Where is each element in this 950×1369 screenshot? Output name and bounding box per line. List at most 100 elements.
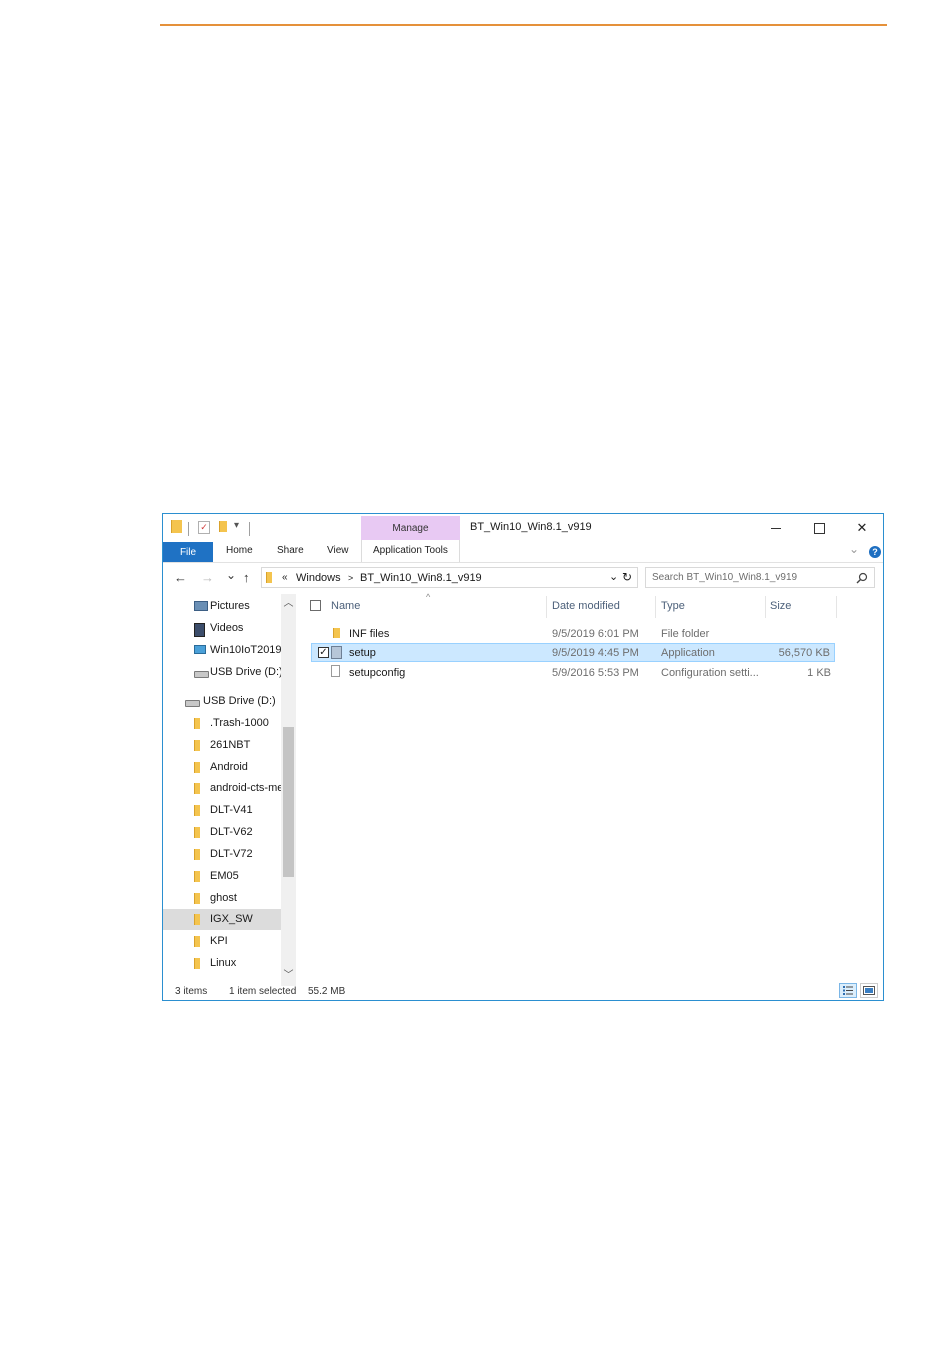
close-icon: ✕	[856, 520, 868, 535]
page-top-rule	[160, 24, 887, 26]
column-divider[interactable]	[765, 596, 766, 618]
nav-item-trash[interactable]: .Trash-1000	[163, 713, 281, 734]
status-selection-size: 55.2 MB	[308, 986, 346, 997]
search-box[interactable]: Search BT_Win10_Win8.1_v919	[645, 567, 875, 588]
nav-item-label: DLT-V62	[210, 826, 253, 838]
status-item-count: 3 items	[175, 986, 208, 997]
forward-button[interactable]: →	[201, 570, 214, 585]
status-selection: 1 item selected	[229, 986, 297, 997]
nav-item-dlt-v72[interactable]: DLT-V72	[163, 844, 281, 865]
nav-item-label: USB Drive (D:)	[210, 666, 283, 678]
file-row-setupconfig[interactable]: setupconfig 5/9/2016 5:53 PM Configurati…	[311, 663, 835, 682]
large-icons-view-button[interactable]	[860, 983, 878, 998]
nav-item-label: DLT-V41	[210, 804, 253, 816]
column-divider[interactable]	[655, 596, 656, 618]
pictures-icon	[194, 601, 208, 611]
videos-icon	[194, 623, 205, 637]
nav-item-label: Android	[210, 761, 248, 773]
file-explorer-window: ✓ ▾ Manage BT_Win10_Win8.1_v919 ✕ File H…	[162, 513, 884, 1001]
refresh-button[interactable]: ↻	[622, 570, 632, 584]
folder-icon	[266, 572, 272, 583]
breadcrumb-separator[interactable]: >	[348, 573, 353, 583]
scroll-up-arrow-icon[interactable]: ︿	[281, 594, 296, 609]
select-all-checkbox[interactable]	[310, 600, 321, 611]
path-overflow-icon[interactable]: «	[282, 572, 288, 583]
large-icons-view-icon	[863, 986, 875, 995]
file-row-inf-files[interactable]: INF files 9/5/2019 6:01 PM File folder	[311, 624, 835, 643]
new-folder-icon[interactable]	[219, 521, 227, 532]
column-header-date-modified[interactable]: Date modified	[552, 600, 620, 612]
minimize-button[interactable]	[756, 517, 796, 539]
nav-item-android[interactable]: Android	[163, 757, 281, 778]
nav-item-261nbt[interactable]: 261NBT	[163, 735, 281, 756]
folder-icon	[194, 849, 200, 860]
file-date: 9/5/2019 4:45 PM	[552, 647, 639, 659]
nav-item-pictures[interactable]: Pictures	[163, 596, 281, 617]
expand-ribbon-icon[interactable]: ⌄	[849, 542, 859, 556]
nav-item-label: android-cts-media	[210, 782, 281, 794]
search-icon[interactable]	[856, 572, 868, 584]
nav-item-dlt-v62[interactable]: DLT-V62	[163, 822, 281, 843]
folder-icon	[194, 893, 200, 904]
file-name: setup	[349, 647, 376, 659]
column-header-type[interactable]: Type	[661, 600, 685, 612]
nav-item-android-cts[interactable]: android-cts-media	[163, 778, 281, 799]
maximize-icon	[813, 522, 825, 534]
nav-item-usb-drive-quick[interactable]: USB Drive (D:)	[163, 662, 283, 683]
address-bar[interactable]: « Windows > BT_Win10_Win8.1_v919 ⌄ ↻	[261, 567, 638, 588]
ribbon-divider	[163, 562, 883, 563]
search-placeholder: Search BT_Win10_Win8.1_v919	[652, 572, 798, 583]
nav-item-label: Pictures	[210, 600, 250, 612]
properties-icon[interactable]: ✓	[198, 521, 210, 534]
minimize-icon	[771, 527, 781, 529]
breadcrumb-current-folder[interactable]: BT_Win10_Win8.1_v919	[360, 572, 482, 584]
tab-application-tools[interactable]: Application Tools	[373, 545, 448, 556]
nav-item-label: .Trash-1000	[210, 717, 269, 729]
tab-view[interactable]: View	[327, 545, 349, 556]
application-icon	[331, 646, 342, 659]
folder-icon	[171, 520, 182, 533]
window-title: BT_Win10_Win8.1_v919	[470, 521, 592, 533]
tab-home[interactable]: Home	[226, 545, 253, 556]
tab-share[interactable]: Share	[277, 545, 304, 556]
column-divider[interactable]	[836, 596, 837, 618]
tab-file[interactable]: File	[163, 542, 213, 562]
nav-item-dlt-v41[interactable]: DLT-V41	[163, 800, 281, 821]
nav-item-ghost[interactable]: ghost	[163, 888, 281, 909]
nav-item-linux[interactable]: Linux	[163, 953, 281, 974]
column-header-name[interactable]: Name	[331, 600, 360, 612]
nav-item-label: DLT-V72	[210, 848, 253, 860]
details-view-button[interactable]	[839, 983, 857, 998]
address-dropdown-icon[interactable]: ⌄	[609, 570, 618, 583]
nav-item-win10iot2019[interactable]: Win10IoT2019	[163, 640, 282, 661]
maximize-button[interactable]	[799, 517, 839, 539]
nav-item-label: USB Drive (D:)	[203, 695, 276, 707]
recent-locations-button[interactable]: ⌄	[226, 568, 236, 582]
column-header-size[interactable]: Size	[770, 600, 791, 612]
back-button[interactable]: ←	[174, 570, 187, 585]
manage-tab-group-label[interactable]: Manage	[361, 523, 460, 534]
breadcrumb-windows[interactable]: Windows	[296, 572, 341, 584]
config-file-icon	[331, 665, 340, 677]
details-view-icon	[843, 986, 853, 995]
folder-icon	[194, 783, 200, 794]
network-drive-icon	[194, 645, 206, 654]
nav-item-kpi[interactable]: KPI	[163, 931, 281, 952]
nav-item-usb-drive[interactable]: USB Drive (D:)	[163, 691, 281, 712]
file-date: 5/9/2016 5:53 PM	[552, 667, 639, 679]
help-icon[interactable]: ?	[869, 546, 881, 558]
file-row-setup[interactable]: ✓ setup 9/5/2019 4:45 PM Application 56,…	[311, 643, 835, 662]
nav-item-em05[interactable]: EM05	[163, 866, 281, 887]
customize-quick-access-icon[interactable]: ▾	[234, 520, 239, 531]
nav-item-igx-sw[interactable]: IGX_SW	[163, 909, 281, 930]
nav-item-videos[interactable]: Videos	[163, 618, 281, 639]
file-type: Configuration setti...	[661, 667, 759, 679]
up-button[interactable]: ↑	[243, 570, 250, 585]
column-divider[interactable]	[546, 596, 547, 618]
row-checkbox-checked[interactable]: ✓	[318, 647, 329, 658]
nav-item-label: 261NBT	[210, 739, 251, 751]
scroll-down-arrow-icon[interactable]: ﹀	[281, 966, 296, 981]
nav-pane-scroll-thumb[interactable]	[283, 727, 294, 877]
close-button[interactable]: ✕	[842, 517, 882, 539]
file-name: setupconfig	[349, 667, 406, 679]
